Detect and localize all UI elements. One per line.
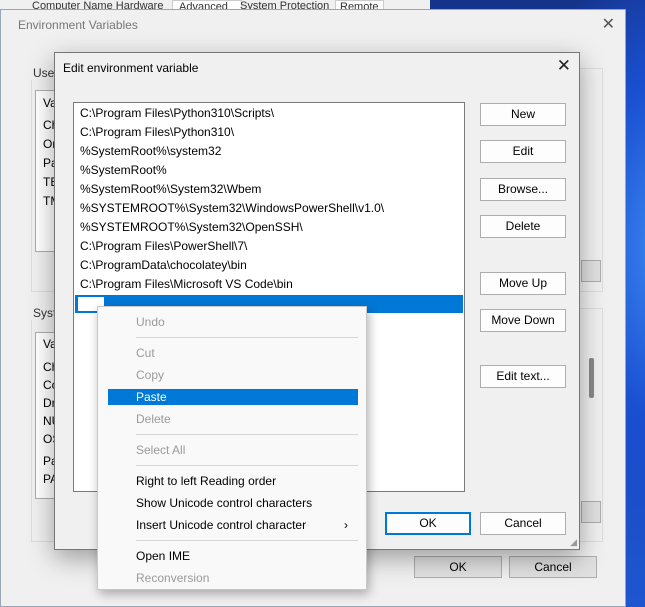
path-item[interactable]: C:\Program Files\PowerShell\7\ [80, 237, 247, 256]
cancel-button[interactable]: Cancel [480, 512, 566, 535]
env-cancel-button[interactable]: Cancel [509, 556, 597, 578]
window-title: Environment Variables [18, 18, 138, 32]
menu-item-reconversion[interactable]: Reconversion [108, 570, 358, 586]
ok-button[interactable]: OK [385, 512, 471, 535]
env-ok-button[interactable]: OK [414, 556, 502, 578]
menu-item-select-all[interactable]: Select All [108, 442, 358, 458]
path-item[interactable]: %SystemRoot% [80, 161, 167, 180]
scrollbar-thumb[interactable] [589, 358, 594, 398]
path-item[interactable]: C:\Program Files\Python310\Scripts\ [80, 104, 274, 123]
path-item[interactable]: %SystemRoot%\System32\Wbem [80, 180, 261, 199]
context-menu: Undo Cut Copy Paste Delete Select All Ri… [97, 306, 367, 590]
system-delete-button-partial[interactable] [581, 501, 601, 523]
menu-separator [136, 540, 358, 541]
dialog-title: Edit environment variable [63, 61, 199, 75]
menu-item-show-unicode[interactable]: Show Unicode control characters [108, 495, 358, 511]
delete-button[interactable]: Delete [480, 215, 566, 238]
edit-text-button[interactable]: Edit text... [480, 365, 566, 388]
user-delete-button-partial[interactable] [581, 260, 601, 282]
menu-item-paste[interactable]: Paste [108, 389, 358, 405]
path-item[interactable]: %SYSTEMROOT%\System32\WindowsPowerShell\… [80, 199, 384, 218]
menu-item-insert-unicode[interactable]: Insert Unicode control character › [108, 517, 358, 533]
close-icon[interactable]: ✕ [602, 14, 615, 34]
new-button[interactable]: New [480, 103, 566, 126]
path-item[interactable]: %SYSTEMROOT%\System32\OpenSSH\ [80, 218, 303, 237]
resize-grip-icon[interactable]: ◢ [570, 537, 577, 548]
menu-separator [136, 465, 358, 466]
chevron-right-icon: › [344, 518, 348, 532]
menu-item-cut[interactable]: Cut [108, 345, 358, 361]
edit-button[interactable]: Edit [480, 140, 566, 163]
menu-item-delete[interactable]: Delete [108, 411, 358, 427]
menu-item-label: Insert Unicode control character [136, 518, 307, 532]
path-item[interactable]: %SystemRoot%\system32 [80, 142, 221, 161]
menu-item-undo[interactable]: Undo [108, 314, 358, 330]
browse-button[interactable]: Browse... [480, 178, 566, 201]
move-up-button[interactable]: Move Up [480, 272, 566, 295]
move-down-button[interactable]: Move Down [480, 309, 566, 332]
menu-separator [136, 337, 358, 338]
menu-item-rtl[interactable]: Right to left Reading order [108, 473, 358, 489]
path-item[interactable]: C:\Program Files\Microsoft VS Code\bin [80, 275, 293, 294]
menu-separator [136, 434, 358, 435]
close-icon[interactable]: ✕ [557, 56, 571, 76]
menu-item-open-ime[interactable]: Open IME [108, 548, 358, 564]
menu-item-copy[interactable]: Copy [108, 367, 358, 383]
path-item[interactable]: C:\Program Files\Python310\ [80, 123, 234, 142]
path-item[interactable]: C:\ProgramData\chocolatey\bin [80, 256, 247, 275]
